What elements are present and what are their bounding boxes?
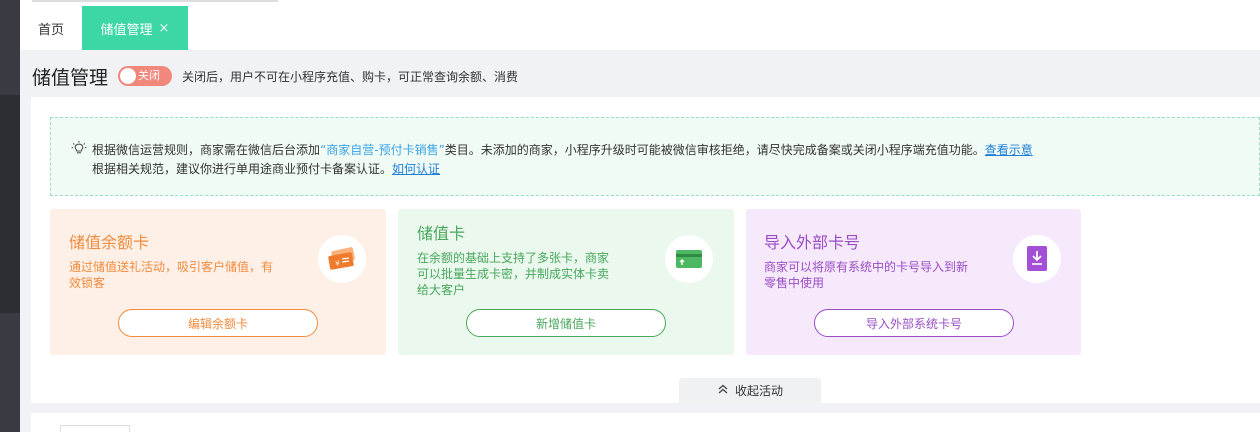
notice-line-2: 根据相关规范，建议你进行单用途商业预付卡备案认证。如何认证: [92, 160, 440, 177]
notice-box: 根据微信运营规则，商家需在微信后台添加“商家自营-预付卡销售”类目。未添加的商家…: [50, 117, 1260, 196]
card-title: 导入外部卡号: [764, 233, 861, 252]
toggle-hint: 关闭后，用户不可在小程序充值、购卡，可正常查询余额、消费: [182, 69, 519, 84]
collapse-activities-button[interactable]: 收起活动: [679, 378, 821, 403]
card-description: 通过储值送礼活动，吸引客户储值，有效锁客: [69, 260, 274, 290]
notice-text: 类目。未添加的商家，小程序升级时可能被微信审核拒绝，请尽快完成备案或关闭小程序端…: [444, 143, 985, 157]
side-nav-rail: [0, 0, 20, 432]
import-external-card-button[interactable]: 导入外部系统卡号: [814, 309, 1014, 337]
tab-home[interactable]: 首页: [20, 6, 82, 50]
how-to-certify-link[interactable]: 如何认证: [392, 162, 440, 176]
notice-highlight: “商家自营-预付卡销售”: [320, 143, 445, 157]
import-icon: [1013, 235, 1061, 283]
view-example-link[interactable]: 查看示意: [985, 143, 1033, 157]
balance-card-panel: 储值余额卡 通过储值送礼活动，吸引客户储值，有效锁客 ¥ 编辑余额卡: [50, 209, 386, 355]
page-title: 储值管理: [32, 66, 109, 89]
lower-tab-stub[interactable]: [60, 425, 130, 432]
add-stored-value-card-button[interactable]: 新增储值卡: [466, 309, 666, 337]
lightbulb-icon: [71, 141, 87, 154]
card-title: 储值卡: [417, 224, 466, 243]
notice-line-1: 根据微信运营规则，商家需在微信后台添加“商家自营-预付卡销售”类目。未添加的商家…: [92, 141, 1033, 158]
close-icon[interactable]: ×: [159, 21, 170, 36]
notice-text: 根据微信运营规则，商家需在微信后台添加: [92, 143, 321, 157]
import-card-panel: 导入外部卡号 商家可以将原有系统中的卡号导入到新零售中使用 导入外部系统卡号: [746, 209, 1081, 355]
recharge-toggle[interactable]: 关闭: [118, 66, 173, 86]
tab-bar: 首页 储值管理 ×: [20, 6, 1260, 50]
stored-value-card-panel: 储值卡 在余额的基础上支持了多张卡，商家可以批量生成卡密，并制成实体卡卖给大客户…: [398, 209, 734, 355]
card-description: 在余额的基础上支持了多张卡，商家可以批量生成卡密，并制成实体卡卖给大客户: [417, 251, 610, 297]
toggle-knob: [120, 68, 137, 84]
side-nav-segment: [0, 95, 20, 313]
card-title: 储值余额卡: [69, 233, 150, 252]
page-header: 储值管理 关闭 关闭后，用户不可在小程序充值、购卡，可正常查询余额、消费: [20, 58, 1260, 94]
card-description: 商家可以将原有系统中的卡号导入到新零售中使用: [764, 260, 969, 290]
notice-text: 根据相关规范，建议你进行单用途商业预付卡备案认证。: [92, 162, 393, 176]
collapse-label: 收起活动: [734, 384, 783, 398]
lower-section: [31, 413, 1260, 432]
top-divider: [32, 0, 278, 2]
toggle-label: 关闭: [138, 69, 161, 82]
ticket-icon: ¥: [318, 235, 366, 283]
card-icon: [665, 235, 713, 283]
edit-balance-card-button[interactable]: 编辑余额卡: [118, 309, 318, 337]
main-panel: 根据微信运营规则，商家需在微信后台添加“商家自营-预付卡销售”类目。未添加的商家…: [31, 97, 1260, 403]
chevron-up-icon: [717, 383, 729, 398]
tab-label: 储值管理: [100, 22, 153, 38]
tab-stored-value[interactable]: 储值管理 ×: [82, 6, 188, 50]
